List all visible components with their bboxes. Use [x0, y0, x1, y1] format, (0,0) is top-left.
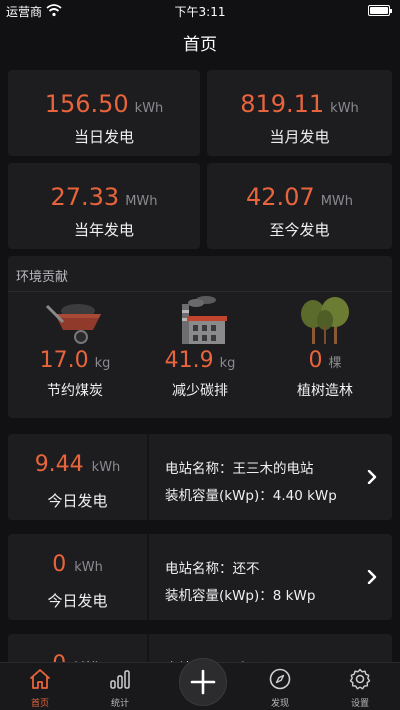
env-value: 17.0 [39, 348, 89, 373]
divider [147, 434, 149, 520]
stat-card-daily: 156.50 kWh 当日发电 [8, 70, 200, 156]
env-item-carbon: 41.9 kg 减少碳排 [135, 292, 265, 412]
station-today-label: 今日发电 [47, 492, 108, 510]
tab-label: 首页 [30, 699, 49, 709]
stat-label: 当月发电 [269, 128, 330, 146]
battery-icon [368, 5, 392, 16]
page-title: 首页 [183, 35, 217, 55]
env-unit: kg [94, 356, 111, 371]
station-name: 电站名称：还不 [165, 561, 260, 577]
gear-icon [349, 668, 371, 690]
tab-discover[interactable]: 发现 [240, 663, 320, 710]
stat-unit: MWh [320, 194, 354, 209]
stats-bars-icon [110, 670, 130, 689]
plus-icon [190, 669, 216, 695]
trees-icon [301, 297, 349, 344]
home-icon [30, 669, 50, 689]
station-today-value: 9.44 [34, 452, 84, 477]
env-value: 41.9 [164, 348, 214, 373]
env-value: 0 [308, 348, 323, 373]
env-label: 植树造林 [297, 383, 353, 399]
station-capacity: 装机容量(kWp)：8 kWp [165, 588, 316, 604]
divider [147, 534, 149, 620]
tab-label: 统计 [110, 699, 129, 709]
stat-value: 156.50 [44, 90, 129, 118]
tab-stats[interactable]: 统计 [80, 663, 160, 710]
stat-card-monthly: 819.11 kWh 当月发电 [207, 70, 392, 156]
env-label: 减少碳排 [172, 383, 228, 399]
station-card[interactable]: 9.44 kWh 今日发电 电站名称：王三木的电站 装机容量(kWp)：4.40 … [8, 434, 392, 520]
station-today-label: 今日发电 [47, 592, 108, 610]
env-label: 节约煤炭 [47, 383, 103, 399]
env-unit: kg [219, 356, 236, 371]
add-button[interactable] [179, 658, 227, 706]
environment-heading: 环境贡献 [16, 270, 69, 285]
stat-unit: kWh [330, 101, 359, 116]
stat-value: 42.07 [245, 183, 315, 211]
stat-unit: kWh [134, 101, 164, 116]
tab-home[interactable]: 首页 [0, 663, 80, 710]
tab-label: 发现 [270, 699, 289, 709]
station-today-unit: kWh [91, 460, 121, 475]
compass-icon [269, 668, 291, 690]
env-unit: 棵 [328, 356, 342, 371]
factory-icon [182, 296, 227, 344]
tab-settings[interactable]: 设置 [320, 663, 400, 710]
stat-label: 当年发电 [73, 221, 134, 239]
stat-value: 27.33 [50, 183, 120, 211]
coal-cart-icon [45, 304, 101, 344]
stat-unit: MWh [125, 194, 158, 209]
station-today-unit: kWh [74, 560, 103, 575]
env-item-trees: 0棵 植树造林 [260, 292, 390, 412]
station-name: 电站名称：王三木的电站 [165, 461, 314, 477]
tab-label: 设置 [350, 699, 369, 709]
station-today-value: 0 [52, 552, 67, 577]
chevron-right-icon[interactable] [366, 570, 378, 584]
status-time: 下午3:11 [174, 5, 226, 19]
station-card[interactable]: 0 kWh 今日发电 电站名称：还不 装机容量(kWp)：8 kWp [8, 534, 392, 620]
chevron-right-icon[interactable] [366, 470, 378, 484]
status-bar: 运营商 下午3:11 [0, 0, 400, 20]
environment-card: 环境贡献 17.0 kg 节约煤炭 41.9 kg 减少碳排 0 棵 植树造林 [8, 256, 392, 418]
env-item-coal: 17.0 kg 节约煤炭 [10, 292, 140, 412]
stat-card-yearly: 27.33 MWh 当年发电 [8, 163, 200, 249]
stat-label: 当日发电 [73, 128, 134, 146]
stat-label: 至今发电 [269, 221, 330, 239]
stat-card-total: 42.07 MWh 至今发电 [207, 163, 392, 249]
stat-value: 819.11 [240, 90, 325, 118]
station-capacity: 装机容量(kWp)：4.40 kWp [165, 488, 337, 504]
